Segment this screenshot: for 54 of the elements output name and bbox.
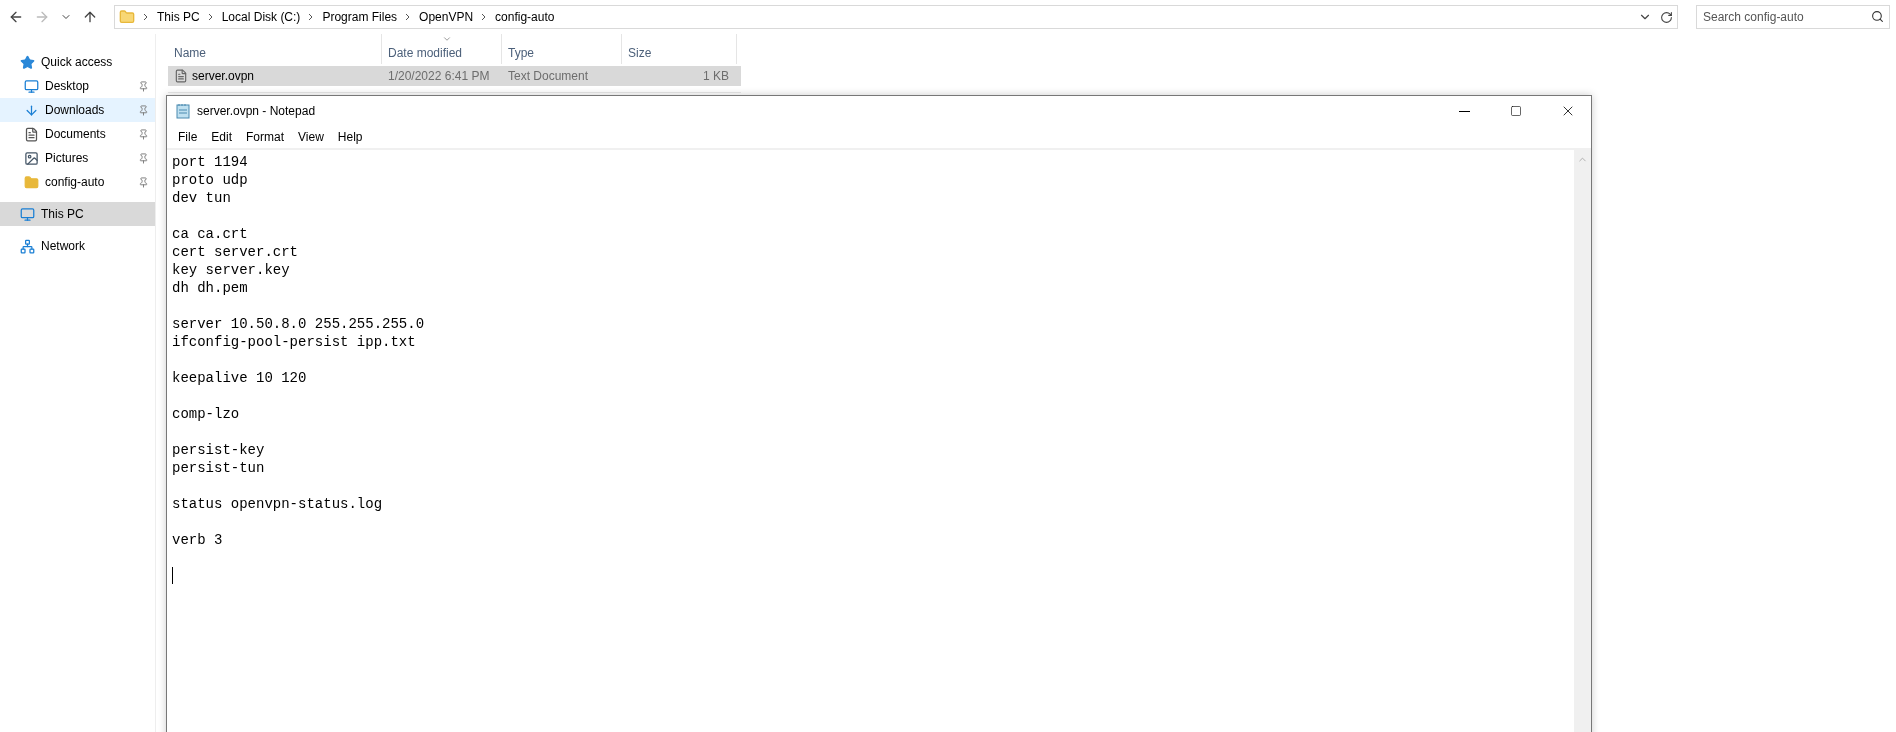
folder-icon xyxy=(119,9,135,25)
chevron-icon xyxy=(405,13,412,21)
network-icon xyxy=(20,238,35,254)
chevron-icon xyxy=(481,13,488,21)
maximize-icon xyxy=(1510,105,1522,117)
chevron-icon xyxy=(143,13,149,21)
column-header[interactable]: Name xyxy=(168,34,382,64)
menu-item[interactable]: Format xyxy=(239,130,292,144)
menu-item[interactable]: Help xyxy=(330,130,370,144)
search-field[interactable]: Search config-auto xyxy=(1696,5,1890,29)
picture-icon xyxy=(24,150,39,166)
column-header[interactable]: Size xyxy=(622,34,737,64)
sidebar-item[interactable]: Downloads xyxy=(0,98,155,122)
sidebar-item[interactable]: Desktop xyxy=(0,74,155,98)
monitor-icon xyxy=(24,78,39,94)
search-icon xyxy=(1871,10,1884,23)
size-cell-text: 1 KB xyxy=(702,69,730,83)
breadcrumb-item[interactable]: Program Files xyxy=(322,10,398,24)
breadcrumb-item[interactable]: This PC xyxy=(157,10,200,24)
refresh-icon[interactable] xyxy=(1660,10,1673,24)
type-cell-text: Text Document xyxy=(507,69,590,83)
computer-icon xyxy=(20,206,35,222)
notepad-icon xyxy=(175,103,191,119)
sidebar-item[interactable]: config-auto xyxy=(0,170,155,194)
text-file-icon xyxy=(174,69,188,83)
sort-caret-icon xyxy=(441,34,452,44)
star-icon xyxy=(20,54,35,70)
breadcrumb-item[interactable]: OpenVPN xyxy=(419,10,474,24)
breadcrumb-item[interactable]: Local Disk (C:) xyxy=(221,10,301,24)
column-header[interactable]: Type xyxy=(502,34,622,64)
folder-icon xyxy=(24,174,39,190)
forward-arrow-icon xyxy=(34,9,50,25)
sidebar-item[interactable]: This PC xyxy=(0,202,155,226)
sidebar-item[interactable]: Network xyxy=(0,234,155,258)
file-row[interactable]: server.ovpn 1/20/2022 6:41 PM Text Document 1 KB xyxy=(168,66,741,86)
window-title: server.ovpn - Notepad xyxy=(197,104,317,118)
breadcrumb-item[interactable]: config-auto xyxy=(495,10,555,24)
menu-item[interactable]: File xyxy=(171,130,205,144)
minimize-icon xyxy=(1458,110,1470,112)
menu-item[interactable]: Edit xyxy=(204,130,240,144)
scrollbar[interactable] xyxy=(1574,150,1591,732)
text-editor[interactable]: port 1194 proto udp dev tun ca ca.crt cert server.crt key server.key dh dh.pem server 10.50.8.0 255.255.255.0 ifconfig-pool-persist ipp.txt keepalive 10 120 comp-lzo persist-key persist-tun status openvpn-status.log verb 3 xyxy=(167,150,1574,732)
document-icon xyxy=(24,126,39,142)
chevron-icon xyxy=(308,13,315,21)
text-cursor xyxy=(172,567,173,584)
date-cell-text: 1/20/2022 6:41 PM xyxy=(387,69,491,83)
menu-item[interactable]: View xyxy=(291,130,331,144)
file-name: server.ovpn xyxy=(192,69,255,83)
address-bar[interactable]: This PC Local Disk (C:) Program Files OpenVPN config-auto xyxy=(114,5,1678,29)
column-header[interactable]: Date modified xyxy=(382,34,502,64)
sidebar-item[interactable]: Pictures xyxy=(0,146,155,170)
sidebar-item[interactable]: Quick access xyxy=(0,50,155,74)
chevron-icon xyxy=(207,13,214,21)
sidebar-item[interactable]: Documents xyxy=(0,122,155,146)
